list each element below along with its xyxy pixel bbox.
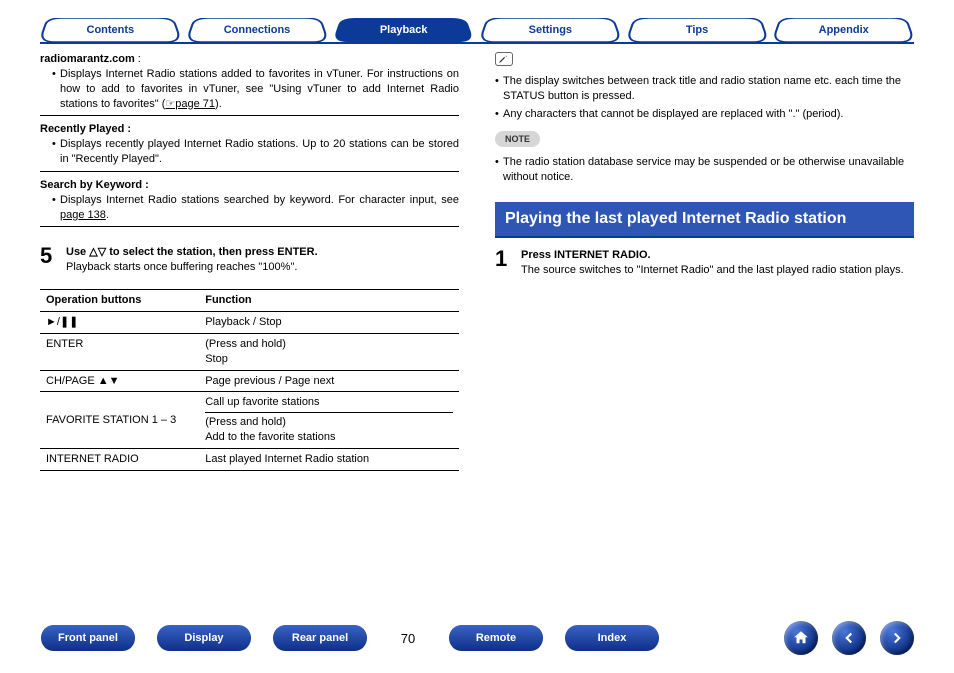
- forward-arrow-icon[interactable]: [880, 621, 914, 655]
- step-5: 5 Use △▽ to select the station, then pre…: [40, 245, 459, 275]
- section-heading: Playing the last played Internet Radio s…: [495, 202, 914, 238]
- op-favorite: FAVORITE STATION 1 – 3: [40, 392, 199, 449]
- tab-appendix[interactable]: Appendix: [773, 18, 914, 42]
- tab-settings[interactable]: Settings: [480, 18, 621, 42]
- col-operation: Operation buttons: [40, 290, 199, 312]
- step-number: 5: [40, 245, 66, 275]
- nav-remote[interactable]: Remote: [448, 624, 544, 652]
- nav-front-panel[interactable]: Front panel: [40, 624, 136, 652]
- nav-index[interactable]: Index: [564, 624, 660, 652]
- tab-connections[interactable]: Connections: [187, 18, 328, 42]
- tab-tips[interactable]: Tips: [627, 18, 768, 42]
- nav-rear-panel[interactable]: Rear panel: [272, 624, 368, 652]
- tab-contents[interactable]: Contents: [40, 18, 181, 42]
- left-column: radiomarantz.com : • Displays Internet R…: [40, 52, 459, 471]
- back-arrow-icon[interactable]: [832, 621, 866, 655]
- step-number: 1: [495, 248, 521, 278]
- item-title: Search by Keyword :: [40, 178, 459, 193]
- op-chpage: CH/PAGE ▲▼: [40, 370, 199, 392]
- nav-display[interactable]: Display: [156, 624, 252, 652]
- note-badge: NOTE: [495, 131, 540, 147]
- link-page-71[interactable]: ☞page 71: [165, 98, 215, 110]
- step-heading: Use △▽ to select the station, then press…: [66, 245, 459, 260]
- item-recently-played: Recently Played : •Displays recently pla…: [40, 122, 459, 172]
- top-tabs: Contents Connections Playback Settings T…: [40, 18, 914, 44]
- item-title: radiomarantz.com: [40, 53, 135, 65]
- op-internet-radio: INTERNET RADIO: [40, 448, 199, 470]
- step-heading: Press INTERNET RADIO.: [521, 248, 914, 263]
- right-column: •The display switches between track titl…: [495, 52, 914, 471]
- op-enter: ENTER: [40, 333, 199, 370]
- pencil-icon: [495, 52, 513, 66]
- col-function: Function: [199, 290, 459, 312]
- operation-table: Operation buttons Function ►/❚❚ Playback…: [40, 289, 459, 471]
- page-number: 70: [388, 631, 428, 646]
- step-1: 1 Press INTERNET RADIO. The source switc…: [495, 248, 914, 278]
- link-page-138[interactable]: page 138: [60, 209, 106, 221]
- item-search-keyword: Search by Keyword : • Displays Internet …: [40, 178, 459, 228]
- item-radiomarantz: radiomarantz.com : • Displays Internet R…: [40, 52, 459, 116]
- tab-playback[interactable]: Playback: [333, 18, 474, 42]
- op-play-pause: ►/❚❚: [40, 311, 199, 333]
- step-desc: Playback starts once buffering reaches "…: [66, 260, 459, 275]
- footer-nav: Front panel Display Rear panel 70 Remote…: [0, 621, 954, 655]
- item-title: Recently Played :: [40, 122, 459, 137]
- step-desc: The source switches to "Internet Radio" …: [521, 263, 914, 278]
- home-icon[interactable]: [784, 621, 818, 655]
